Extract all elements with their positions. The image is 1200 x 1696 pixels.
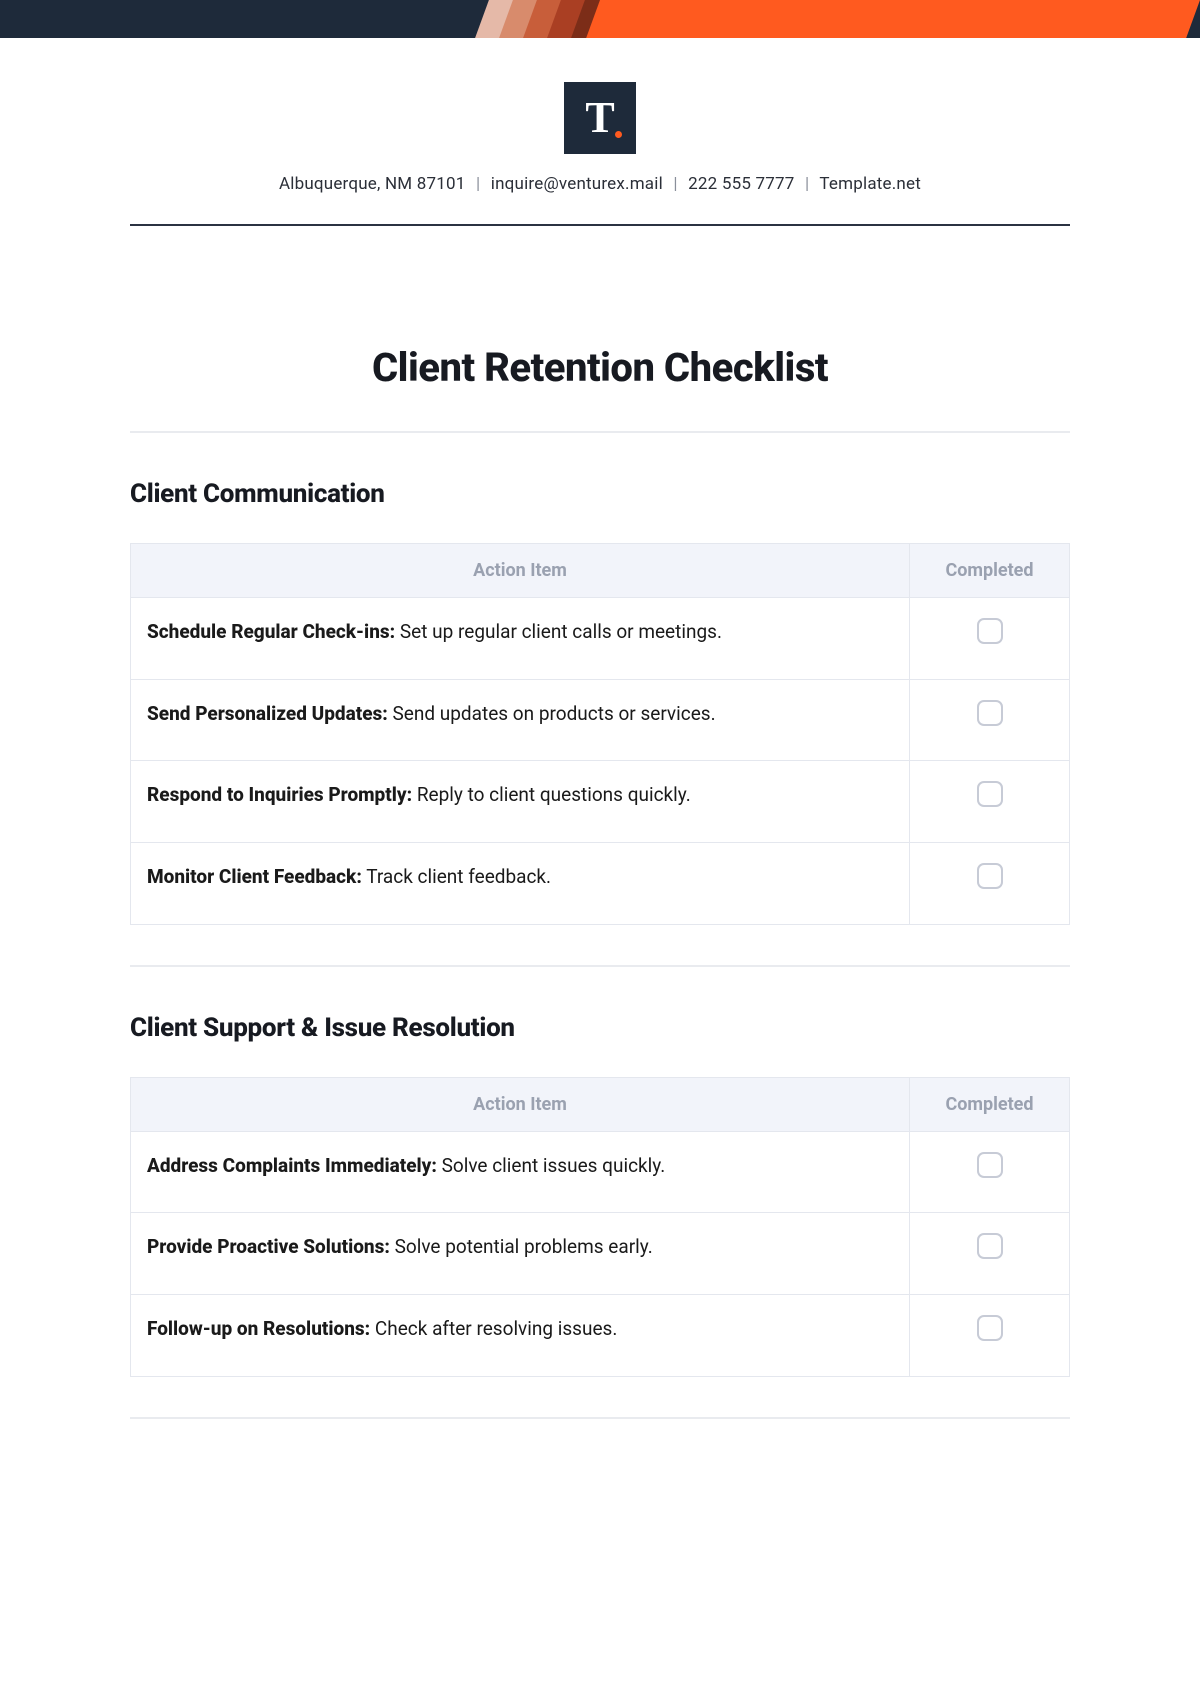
item-desc: Track client feedback. — [362, 865, 551, 888]
column-header-action: Action Item — [131, 544, 910, 598]
checkbox[interactable] — [977, 700, 1003, 726]
item-desc: Send updates on products or services. — [388, 702, 716, 725]
contact-line: Albuquerque, NM 87101 | inquire@venturex… — [130, 174, 1070, 194]
table-row: Provide Proactive Solutions: Solve poten… — [131, 1213, 1070, 1295]
completed-cell — [910, 679, 1070, 761]
table-row: Address Complaints Immediately: Solve cl… — [131, 1131, 1070, 1213]
checkbox[interactable] — [977, 618, 1003, 644]
contact-address: Albuquerque, NM 87101 — [279, 174, 466, 194]
item-title: Address Complaints Immediately: — [147, 1154, 437, 1177]
section-heading: Client Communication — [130, 479, 1070, 509]
table-row: Send Personalized Updates: Send updates … — [131, 679, 1070, 761]
completed-cell — [910, 761, 1070, 843]
table-row: Monitor Client Feedback: Track client fe… — [131, 843, 1070, 925]
top-banner — [0, 0, 1200, 38]
section-divider — [130, 965, 1070, 967]
completed-cell — [910, 843, 1070, 925]
action-item-cell: Monitor Client Feedback: Track client fe… — [131, 843, 910, 925]
item-desc: Solve potential problems early. — [390, 1235, 653, 1258]
item-title: Schedule Regular Check-ins: — [147, 620, 395, 643]
checkbox[interactable] — [977, 1152, 1003, 1178]
logo-dot-icon — [615, 131, 622, 138]
table-row: Respond to Inquiries Promptly: Reply to … — [131, 761, 1070, 843]
completed-cell — [910, 1295, 1070, 1377]
column-header-completed: Completed — [910, 1077, 1070, 1131]
action-item-cell: Address Complaints Immediately: Solve cl… — [131, 1131, 910, 1213]
contact-phone: 222 555 7777 — [688, 174, 794, 194]
logo-letter: T — [585, 96, 614, 140]
item-desc: Solve client issues quickly. — [437, 1154, 665, 1177]
decorative-orange-bar — [586, 0, 1200, 38]
column-header-action: Action Item — [131, 1077, 910, 1131]
separator-icon: | — [805, 174, 809, 194]
section-client-support: Client Support & Issue Resolution Action… — [130, 1013, 1070, 1377]
checkbox[interactable] — [977, 863, 1003, 889]
item-desc: Check after resolving issues. — [370, 1317, 617, 1340]
section-client-communication: Client Communication Action Item Complet… — [130, 479, 1070, 925]
completed-cell — [910, 598, 1070, 680]
page-title: Client Retention Checklist — [130, 344, 1070, 391]
checkbox[interactable] — [977, 781, 1003, 807]
action-item-cell: Follow-up on Resolutions: Check after re… — [131, 1295, 910, 1377]
completed-cell — [910, 1131, 1070, 1213]
title-divider — [130, 431, 1070, 433]
action-item-cell: Provide Proactive Solutions: Solve poten… — [131, 1213, 910, 1295]
item-title: Send Personalized Updates: — [147, 702, 388, 725]
separator-icon: | — [476, 174, 480, 194]
completed-cell — [910, 1213, 1070, 1295]
checkbox[interactable] — [977, 1315, 1003, 1341]
contact-site: Template.net — [819, 174, 921, 194]
table-row: Schedule Regular Check-ins: Set up regul… — [131, 598, 1070, 680]
column-header-completed: Completed — [910, 544, 1070, 598]
table-row: Follow-up on Resolutions: Check after re… — [131, 1295, 1070, 1377]
action-item-cell: Send Personalized Updates: Send updates … — [131, 679, 910, 761]
item-desc: Set up regular client calls or meetings. — [395, 620, 722, 643]
header-divider — [130, 224, 1070, 226]
item-desc: Reply to client questions quickly. — [412, 783, 691, 806]
section-divider — [130, 1417, 1070, 1419]
checklist-table: Action Item Completed Schedule Regular C… — [130, 543, 1070, 925]
item-title: Follow-up on Resolutions: — [147, 1317, 370, 1340]
contact-email: inquire@venturex.mail — [491, 174, 663, 194]
item-title: Monitor Client Feedback: — [147, 865, 362, 888]
action-item-cell: Schedule Regular Check-ins: Set up regul… — [131, 598, 910, 680]
separator-icon: | — [673, 174, 677, 194]
brand-logo: T — [564, 82, 636, 154]
action-item-cell: Respond to Inquiries Promptly: Reply to … — [131, 761, 910, 843]
section-heading: Client Support & Issue Resolution — [130, 1013, 1070, 1043]
item-title: Respond to Inquiries Promptly: — [147, 783, 412, 806]
item-title: Provide Proactive Solutions: — [147, 1235, 390, 1258]
checkbox[interactable] — [977, 1233, 1003, 1259]
checklist-table: Action Item Completed Address Complaints… — [130, 1077, 1070, 1377]
